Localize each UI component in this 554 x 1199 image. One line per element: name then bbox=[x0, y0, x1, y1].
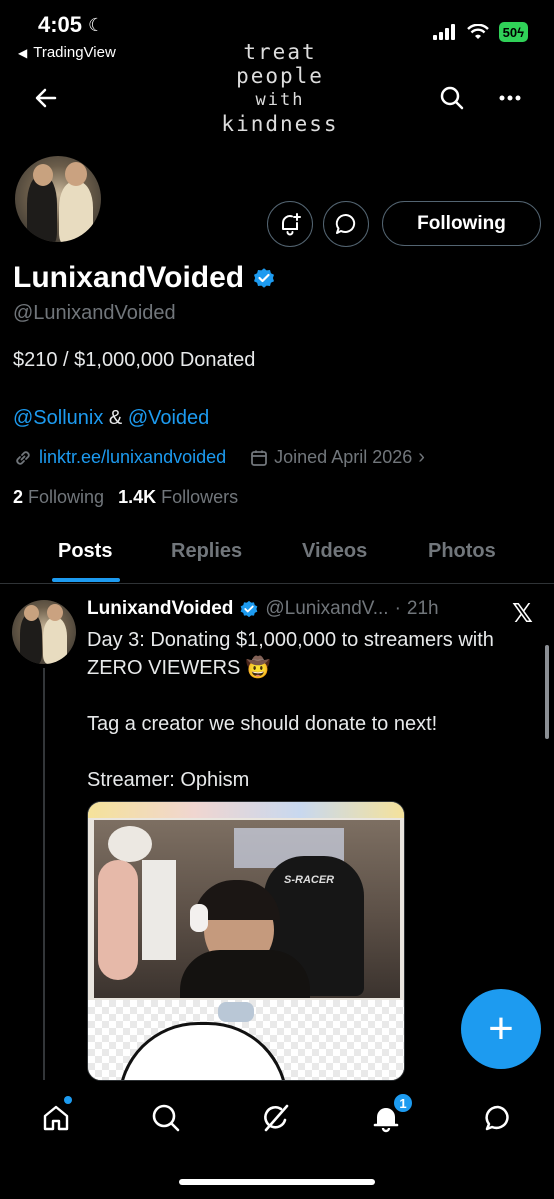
banner-line-3: with bbox=[255, 90, 305, 110]
signal-icon bbox=[432, 24, 455, 40]
profile-name: LunixandVoided bbox=[13, 261, 245, 294]
wifi-icon bbox=[466, 24, 489, 39]
home-icon bbox=[43, 1105, 69, 1131]
profile-tabs: Posts Replies Videos Photos bbox=[0, 530, 554, 584]
media-stream-frame: S-RACER bbox=[94, 820, 400, 998]
status-time-text: 4:05 bbox=[38, 12, 83, 37]
back-button[interactable] bbox=[30, 82, 62, 114]
status-indicators: 50 ϟ bbox=[432, 22, 528, 42]
nav-search[interactable] bbox=[146, 1098, 186, 1138]
followers-count[interactable]: 1.4K Followers bbox=[118, 487, 238, 508]
post-text: Day 3: Donating $1,000,000 to streamers … bbox=[87, 629, 494, 791]
nav-notifications[interactable]: 1 bbox=[366, 1092, 414, 1138]
nav-grok[interactable] bbox=[256, 1098, 296, 1138]
banner-line-1: treat bbox=[243, 40, 317, 64]
compose-button[interactable]: + bbox=[461, 989, 541, 1069]
bio-line-1: $210 / $1,000,000 Donated bbox=[13, 349, 256, 371]
banner-line-4: kindness bbox=[221, 112, 339, 136]
following-count-value: 2 bbox=[13, 487, 24, 507]
banner-line-2: people bbox=[236, 64, 324, 88]
media-bottom-panel bbox=[88, 1000, 404, 1080]
back-to-app[interactable]: ◀ TradingView bbox=[18, 44, 116, 61]
profile-handle: @LunixandVoided bbox=[13, 302, 176, 324]
back-triangle-icon: ◀ bbox=[18, 45, 28, 60]
tab-photos[interactable]: Photos bbox=[428, 540, 496, 563]
following-button-label: Following bbox=[417, 212, 506, 234]
thread-line bbox=[43, 668, 45, 1080]
following-count[interactable]: 2 Following bbox=[13, 487, 104, 508]
more-button[interactable] bbox=[494, 82, 526, 114]
search-icon bbox=[152, 1104, 180, 1132]
message-icon bbox=[335, 213, 356, 234]
tab-posts[interactable]: Posts bbox=[58, 540, 112, 563]
more-icon bbox=[499, 95, 521, 101]
profile-meta: linktr.ee/lunixandvoided Joined April 20… bbox=[13, 446, 425, 469]
media-overlay-text: S-RACER bbox=[284, 874, 335, 886]
bio-line-2: @Sollunix & @Voided bbox=[13, 407, 209, 430]
search-button[interactable] bbox=[436, 82, 468, 114]
active-tab-indicator bbox=[52, 578, 120, 582]
nav-home[interactable] bbox=[36, 1096, 76, 1138]
profile-avatar[interactable] bbox=[12, 153, 104, 245]
back-app-label: TradingView bbox=[33, 44, 116, 61]
website-link[interactable]: linktr.ee/lunixandvoided bbox=[39, 447, 226, 468]
home-unread-dot bbox=[64, 1096, 72, 1104]
post-handle: @LunixandV... bbox=[265, 598, 389, 619]
post-separator: · bbox=[394, 598, 401, 619]
bio-and: & bbox=[108, 407, 123, 429]
status-time: 4:05 ☾ bbox=[38, 12, 104, 38]
message-button[interactable] bbox=[323, 201, 369, 247]
joined-date: Joined April 2026 bbox=[274, 447, 413, 467]
moon-icon: ☾ bbox=[88, 14, 105, 35]
followers-count-label: Followers bbox=[161, 487, 239, 507]
link-icon bbox=[16, 450, 30, 465]
following-button[interactable]: Following bbox=[382, 201, 541, 246]
nav-messages[interactable] bbox=[478, 1098, 518, 1138]
post-author[interactable]: LunixandVoided bbox=[87, 598, 233, 620]
chevron-right-icon[interactable]: › bbox=[418, 446, 425, 469]
verified-icon[interactable] bbox=[252, 266, 276, 290]
battery-level: 50 bbox=[502, 24, 518, 40]
bell-plus-icon bbox=[282, 213, 301, 236]
following-count-label: Following bbox=[28, 487, 105, 507]
bio-mention-voided[interactable]: @Voided bbox=[128, 407, 209, 429]
notify-button[interactable] bbox=[267, 201, 313, 247]
post-avatar[interactable] bbox=[12, 600, 76, 664]
bio-mention-sollunix[interactable]: @Sollunix bbox=[13, 407, 103, 429]
chat-icon bbox=[485, 1105, 509, 1131]
calendar-icon bbox=[251, 450, 268, 466]
x-logo-icon[interactable]: 𝕏 bbox=[512, 598, 533, 629]
post-media[interactable]: S-RACER bbox=[87, 801, 405, 1081]
media-top-strip bbox=[88, 802, 404, 818]
scroll-indicator[interactable] bbox=[545, 645, 549, 739]
back-arrow-icon bbox=[35, 88, 57, 108]
tab-replies[interactable]: Replies bbox=[171, 540, 242, 563]
battery-indicator: 50 ϟ bbox=[498, 22, 528, 42]
verified-icon bbox=[241, 600, 258, 618]
post-header: LunixandVoided @LunixandV... · 21h bbox=[87, 598, 439, 620]
grok-icon bbox=[264, 1104, 289, 1132]
search-icon bbox=[440, 86, 464, 110]
followers-count-value: 1.4K bbox=[118, 487, 157, 507]
banner-text: treat people with kindness bbox=[200, 40, 360, 136]
home-indicator bbox=[179, 1179, 375, 1185]
notifications-badge: 1 bbox=[392, 1092, 414, 1114]
profile-name-row: LunixandVoided bbox=[13, 261, 276, 295]
post-time: 21h bbox=[406, 598, 439, 619]
tab-videos[interactable]: Videos bbox=[302, 540, 367, 563]
follow-counts: 2 Following 1.4K Followers bbox=[13, 487, 238, 508]
charging-icon: ϟ bbox=[517, 24, 524, 40]
